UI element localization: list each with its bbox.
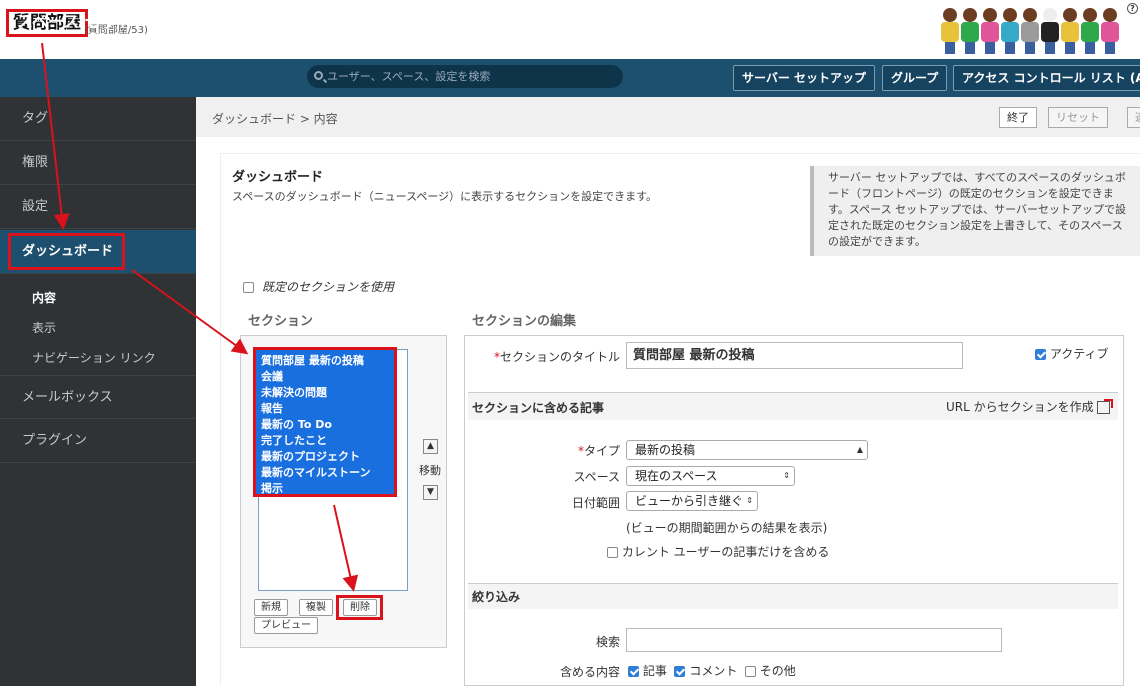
search-label: 検索: [595, 635, 620, 649]
active-option[interactable]: アクティブ: [1035, 345, 1109, 362]
list-item[interactable]: 質問部屋 最新の投稿: [261, 353, 389, 369]
include-options: 記事 コメント その他: [628, 662, 796, 679]
include-comment-checkbox[interactable]: [674, 666, 686, 677]
sections-heading: セクション: [248, 314, 314, 329]
list-item[interactable]: 最新のプロジェクト: [261, 449, 389, 465]
type-select[interactable]: 最新の投稿 ▲: [626, 440, 868, 460]
date-range-select[interactable]: ビューから引き継ぐ ⇕: [626, 491, 758, 511]
articles-heading: セクションに含める記事: [472, 401, 605, 415]
list-item[interactable]: 会議: [261, 369, 389, 385]
help-icon[interactable]: ?: [1127, 3, 1138, 14]
logo-people-image: [940, 8, 1119, 54]
breadcrumb[interactable]: ダッシュボード > 内容: [212, 110, 338, 127]
filter-heading: 絞り込み: [472, 590, 521, 604]
move-up-icon[interactable]: ▲: [423, 439, 438, 454]
dashboard-title: ダッシュボード: [232, 170, 324, 185]
move-down-icon[interactable]: ▼: [423, 485, 438, 500]
reset-button[interactable]: リセット: [1048, 107, 1108, 128]
sidebar-sub-content[interactable]: 内容: [32, 289, 56, 306]
space-label: スペース: [573, 470, 620, 484]
move-label: 移動: [419, 464, 441, 477]
edit-section-heading: セクションの編集: [472, 314, 577, 329]
preview-button[interactable]: プレビュー: [254, 617, 318, 634]
default-sections-checkbox[interactable]: [243, 282, 254, 293]
server-setup-button[interactable]: サーバー セットアップ: [733, 65, 876, 91]
include-other-label: その他: [759, 664, 796, 678]
sidebar-item-plugins[interactable]: プラグイン: [0, 419, 196, 463]
sidebar-item-mailbox[interactable]: メールボックス: [0, 375, 196, 419]
highlight-delete: [336, 595, 383, 620]
sidebar-item-permissions[interactable]: 権限: [0, 141, 196, 185]
default-sections-option[interactable]: 既定のセクションを使用: [243, 278, 394, 295]
current-user-checkbox[interactable]: [607, 547, 618, 558]
dashboard-description: スペースのダッシュボード（ニュースページ）に表示するセクションを設定できます。: [232, 190, 658, 203]
list-item[interactable]: 完了したこと: [261, 433, 389, 449]
date-range-label: 日付範囲: [571, 496, 620, 510]
section-title-label: *セクションのタイトル: [493, 350, 620, 364]
section-title-input[interactable]: 質問部屋 最新の投稿: [626, 342, 963, 369]
filter-section-bar: [468, 583, 1118, 609]
search-icon: [314, 71, 323, 80]
highlight-dashboard: [8, 233, 125, 270]
date-range-note: (ビューの期間範囲からの結果を表示): [626, 521, 828, 535]
sidebar-item-tags[interactable]: タグ: [0, 97, 196, 141]
list-item[interactable]: 報告: [261, 401, 389, 417]
include-comment-label: コメント: [689, 664, 738, 678]
sidebar-sub-nav-links[interactable]: ナビゲーション リンク: [32, 349, 156, 366]
nav-title: スペース セットアップ: [17, 12, 181, 31]
list-item[interactable]: 最新のマイルストーン: [261, 465, 389, 481]
groups-button[interactable]: グループ: [882, 65, 948, 91]
include-article-checkbox[interactable]: [628, 666, 639, 677]
finish-button[interactable]: 終了: [999, 107, 1037, 128]
sidebar-sub-display[interactable]: 表示: [32, 319, 56, 336]
info-note: サーバー セットアップでは、すべてのスペースのダッシュボード（フロントページ）の…: [810, 166, 1140, 256]
include-article-label: 記事: [642, 664, 667, 678]
current-user-option[interactable]: カレント ユーザーの記事だけを含める: [607, 543, 829, 560]
new-button[interactable]: 新規: [254, 599, 288, 616]
apply-button[interactable]: 適: [1127, 107, 1140, 128]
sections-selected-list[interactable]: 質問部屋 最新の投稿 会議 未解決の問題 報告 最新の To Do 完了したこと…: [253, 347, 397, 497]
url-section-link[interactable]: URL からセクションを作成: [946, 398, 1113, 415]
search-input[interactable]: ユーザー、スペース、設定を検索: [307, 65, 623, 88]
sidebar-item-settings[interactable]: 設定: [0, 185, 196, 229]
acl-button[interactable]: アクセス コントロール リスト (A: [953, 65, 1140, 91]
include-other-checkbox[interactable]: [744, 666, 756, 677]
type-label: *タイプ: [577, 444, 620, 458]
list-item[interactable]: 最新の To Do: [261, 417, 389, 433]
space-select[interactable]: 現在のスペース ⇕: [626, 466, 795, 486]
list-item[interactable]: 未解決の問題: [261, 385, 389, 401]
external-link-icon: [1096, 399, 1113, 414]
sidebar: タグ 権限 設定 ダッシュボード 内容 表示 ナビゲーション リンク メールボッ…: [0, 97, 196, 686]
active-checkbox[interactable]: [1035, 349, 1046, 360]
list-item[interactable]: 掲示: [261, 481, 389, 497]
copy-button[interactable]: 複製: [299, 599, 333, 616]
include-label: 含める内容: [559, 665, 620, 679]
filter-search-input[interactable]: [626, 628, 1002, 652]
